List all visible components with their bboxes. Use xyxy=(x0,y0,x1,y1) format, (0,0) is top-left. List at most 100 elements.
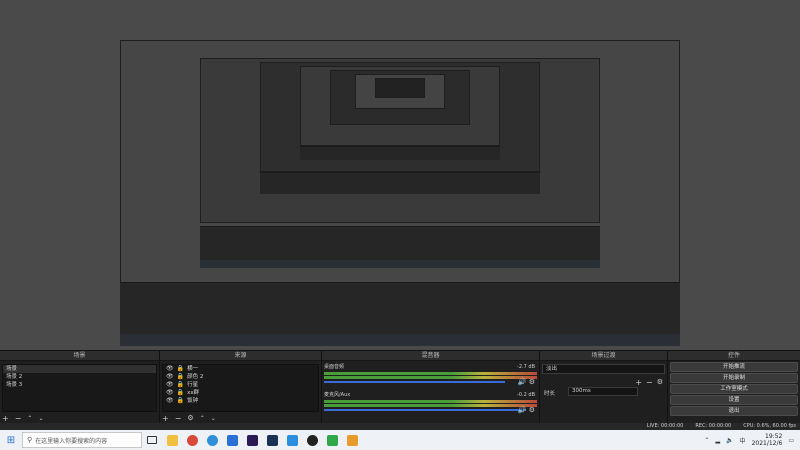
source-item-label: 横一 xyxy=(187,366,199,372)
source-item[interactable]: 👁 🔒 横一 xyxy=(163,365,318,373)
volume-meter xyxy=(324,404,537,407)
gear-icon[interactable]: ⚙ xyxy=(529,378,535,386)
nested-dock-strip-2 xyxy=(200,226,600,260)
scene-item[interactable]: 场景 2 xyxy=(3,373,156,381)
mail-icon[interactable] xyxy=(222,430,242,450)
speaker-icon[interactable]: 🔊 xyxy=(518,378,527,386)
scenes-list[interactable]: 场景 场景 2 场景 3 xyxy=(2,364,157,412)
lock-icon[interactable]: 🔒 xyxy=(177,373,184,381)
source-item[interactable]: 👁 🔒 xx群 xyxy=(163,389,318,397)
taskbar-search[interactable]: ⚲ 在这里输入你要搜索的内容 xyxy=(22,432,142,448)
source-item[interactable]: 👁 🔒 颜色 2 xyxy=(163,373,318,381)
obs-icon[interactable] xyxy=(302,430,322,450)
transitions-dock: 场景过渡 淡出 + − ⚙ 时长 300ms xyxy=(540,351,668,424)
file-explorer-icon[interactable] xyxy=(162,430,182,450)
system-tray: ⌃ ▂ 🔈 中 19:52 2021/12/6 ▭ xyxy=(704,433,800,447)
eye-icon[interactable]: 👁 xyxy=(166,389,174,397)
green-app-icon[interactable] xyxy=(322,430,342,450)
volume-meter xyxy=(324,372,537,375)
lock-icon[interactable]: 🔒 xyxy=(177,365,184,373)
edge-icon[interactable] xyxy=(202,430,222,450)
volume-icon[interactable]: 🔈 xyxy=(726,437,733,444)
mixer-track-controls: 🔊 ⚙ xyxy=(518,406,535,414)
preview-canvas[interactable] xyxy=(0,0,800,350)
chrome-icon[interactable] xyxy=(182,430,202,450)
start-streaming-button[interactable]: 开始推流 xyxy=(670,362,798,372)
source-item-label: 行星 xyxy=(187,382,199,388)
transition-toolbar: + − ⚙ xyxy=(635,378,663,387)
duration-label: 时长 xyxy=(544,391,556,397)
blue-app-icon[interactable] xyxy=(282,430,302,450)
sources-list[interactable]: 👁 🔒 横一 👁 🔒 颜色 2 👁 🔒 行星 👁 🔒 xx群 👁 🔒 饭钟 xyxy=(162,364,319,412)
scenes-toolbar: + − ⌃ ⌄ xyxy=(2,413,43,423)
add-transition-button[interactable]: + xyxy=(635,378,642,387)
remove-source-button[interactable]: − xyxy=(175,414,182,423)
start-recording-button[interactable]: 开始录制 xyxy=(670,373,798,383)
notification-icon[interactable]: ▭ xyxy=(788,437,794,444)
obs-window: 场景 场景 场景 2 场景 3 + − ⌃ ⌄ 来源 👁 🔒 横一 👁 🔒 颜色… xyxy=(0,0,800,450)
studio-mode-button[interactable]: 工作室模式 xyxy=(670,384,798,394)
eye-icon[interactable]: 👁 xyxy=(166,381,174,389)
mixer-track-db: -0.2 dB xyxy=(517,392,535,398)
gear-icon[interactable]: ⚙ xyxy=(657,378,663,387)
clock[interactable]: 19:52 2021/12/6 xyxy=(752,433,783,447)
rec-timer: REC: 00:00:00 xyxy=(695,423,732,429)
volume-slider[interactable] xyxy=(324,409,527,411)
eye-icon[interactable]: 👁 xyxy=(166,397,174,405)
lock-icon[interactable]: 🔒 xyxy=(177,381,184,389)
mixer-track-db: -2.7 dB xyxy=(517,364,535,370)
lock-icon[interactable]: 🔒 xyxy=(177,397,184,405)
nested-dock-strip-1 xyxy=(120,282,680,334)
photoshop-icon[interactable] xyxy=(262,430,282,450)
remove-transition-button[interactable]: − xyxy=(646,378,653,387)
move-down-icon[interactable]: ⌄ xyxy=(38,415,43,422)
exit-button[interactable]: 退出 xyxy=(670,406,798,416)
move-up-icon[interactable]: ⌃ xyxy=(200,415,205,422)
remove-scene-button[interactable]: − xyxy=(15,414,22,423)
windows-taskbar: ⊞ ⚲ 在这里输入你要搜索的内容 ⌃ ▂ 🔈 中 19:52 2021/12/6… xyxy=(0,430,800,450)
scene-item[interactable]: 场景 3 xyxy=(3,381,156,389)
eye-icon[interactable]: 👁 xyxy=(166,373,174,381)
windows-start-icon[interactable]: ⊞ xyxy=(0,430,22,450)
duration-input[interactable]: 300ms xyxy=(568,387,638,396)
source-item-label: 饭钟 xyxy=(187,398,199,404)
lock-icon[interactable]: 🔒 xyxy=(177,389,184,397)
input-language[interactable]: 中 xyxy=(740,436,746,445)
gear-icon[interactable]: ⚙ xyxy=(187,414,193,422)
nested-dock-strip-3 xyxy=(260,172,540,194)
clock-date: 2021/12/6 xyxy=(751,440,783,447)
settings-button[interactable]: 设置 xyxy=(670,395,798,405)
add-source-button[interactable]: + xyxy=(162,414,169,423)
transition-select[interactable]: 淡出 xyxy=(542,364,665,374)
live-timer: LIVE: 00:00:00 xyxy=(646,423,684,429)
gear-icon[interactable]: ⚙ xyxy=(529,406,535,414)
task-view-icon[interactable] xyxy=(142,430,162,450)
status-bar: LIVE: 00:00:00 REC: 00:00:00 CPU: 0.6%, … xyxy=(0,423,800,430)
network-icon[interactable]: ▂ xyxy=(715,437,720,444)
move-up-icon[interactable]: ⌃ xyxy=(27,415,32,422)
transitions-dock-title: 场景过渡 xyxy=(540,351,667,361)
volume-slider[interactable] xyxy=(324,381,506,383)
source-item[interactable]: 👁 🔒 行星 xyxy=(163,381,318,389)
search-placeholder: 在这里输入你要搜索的内容 xyxy=(35,437,108,445)
search-icon: ⚲ xyxy=(27,436,33,444)
eye-icon[interactable]: 👁 xyxy=(166,365,174,373)
mixer-dock-title: 混音器 xyxy=(322,351,539,361)
orange-app-icon[interactable] xyxy=(342,430,362,450)
audio-mixer-dock: 混音器 桌面音频 -2.7 dB 🔊 ⚙ 麦克风/Aux -0.2 dB 🔊 ⚙ xyxy=(322,351,540,424)
scene-item[interactable]: 场景 xyxy=(3,365,156,373)
premiere-icon[interactable] xyxy=(242,430,262,450)
preview-frame-level-7 xyxy=(375,78,425,98)
chevron-up-icon[interactable]: ⌃ xyxy=(704,437,709,444)
clock-time: 19:52 xyxy=(765,433,783,440)
source-item-label: xx群 xyxy=(187,390,200,396)
speaker-icon[interactable]: 🔊 xyxy=(518,406,527,414)
nested-dock-strip-4 xyxy=(300,146,500,160)
source-item-label: 颜色 2 xyxy=(187,374,204,380)
source-item[interactable]: 👁 🔒 饭钟 xyxy=(163,397,318,405)
add-scene-button[interactable]: + xyxy=(2,414,9,423)
move-down-icon[interactable]: ⌄ xyxy=(211,415,216,422)
volume-meter xyxy=(324,376,537,379)
volume-meter xyxy=(324,400,537,403)
sources-toolbar: + − ⚙ ⌃ ⌄ xyxy=(162,413,216,423)
